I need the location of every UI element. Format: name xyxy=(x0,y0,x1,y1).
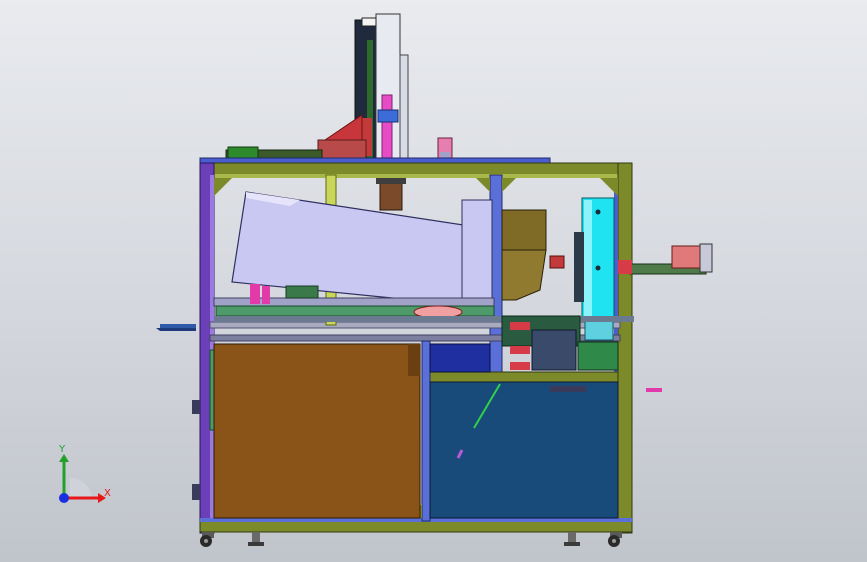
x-axis-label: X xyxy=(104,488,111,499)
z-axis-dot xyxy=(59,493,69,503)
top-bracket xyxy=(437,137,453,161)
olive-feed-tray[interactable] xyxy=(501,209,565,301)
leveling-foot xyxy=(564,532,580,546)
y-axis-label: Y xyxy=(58,444,66,455)
caster-wheel[interactable] xyxy=(608,532,622,547)
caster-wheel[interactable] xyxy=(200,532,214,547)
leveling-foot xyxy=(248,532,264,546)
inclined-hopper[interactable] xyxy=(231,191,493,306)
lower-left-cabinet-panel[interactable] xyxy=(213,343,421,519)
coordinate-triad: X Y xyxy=(58,444,111,503)
cad-viewport[interactable]: X Y xyxy=(0,0,867,562)
